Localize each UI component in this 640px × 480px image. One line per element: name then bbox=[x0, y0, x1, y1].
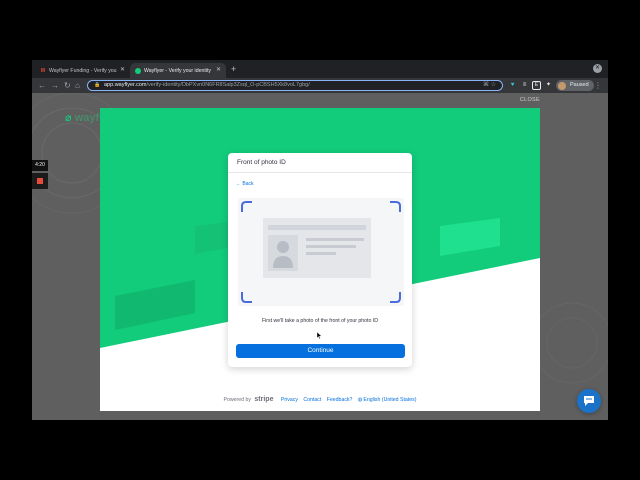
chat-bubble-icon bbox=[584, 396, 594, 406]
window-close-icon[interactable]: ✕ bbox=[593, 64, 602, 73]
tab-wayflyer-funding[interactable]: M Wayflyer Funding - Verify you ✕ bbox=[35, 63, 130, 78]
language-selector[interactable]: English (United States) bbox=[363, 397, 416, 403]
url-host: app.wayflyer.com bbox=[104, 82, 147, 88]
close-tab-icon[interactable]: ✕ bbox=[216, 66, 221, 73]
instruction-text: First we'll take a photo of the front of… bbox=[261, 318, 379, 324]
forward-arrow-icon[interactable]: → bbox=[51, 80, 59, 91]
stripe-logo[interactable]: stripe bbox=[254, 396, 273, 403]
back-arrow-icon[interactable]: ← bbox=[38, 80, 46, 91]
new-tab-button[interactable]: + bbox=[231, 63, 236, 75]
recorder-timer: 4:20 bbox=[32, 160, 48, 171]
browser-toolbar: ← → ↻ ⌂ 🔒 app.wayflyer.com/verify-identi… bbox=[32, 78, 608, 93]
stop-recording-button[interactable] bbox=[32, 173, 48, 189]
wayflyer-icon bbox=[135, 67, 141, 74]
globe-icon: ◍ bbox=[357, 397, 363, 403]
close-button[interactable]: CLOSE bbox=[520, 97, 540, 103]
powered-by-label: Powered by bbox=[223, 397, 251, 403]
bookmark-star-icon[interactable]: ⌘ ☆ bbox=[483, 81, 496, 90]
identity-verification-modal: Front of photo ID ← Back First we'll tak… bbox=[100, 108, 540, 411]
extension-icon[interactable]: ≡ bbox=[520, 81, 529, 90]
address-bar[interactable]: 🔒 app.wayflyer.com/verify-identity/DbPXv… bbox=[87, 80, 503, 91]
url-path: /verify-identity/DbPXvn0N6FR8Salp3Zsql_O… bbox=[146, 82, 310, 88]
tab-label: Wayflyer Funding - Verify you bbox=[49, 67, 117, 74]
extension-icon[interactable]: ♥ bbox=[508, 81, 517, 90]
continue-button[interactable]: Continue bbox=[236, 344, 405, 358]
divider bbox=[228, 172, 412, 173]
card-title: Front of photo ID bbox=[237, 159, 286, 166]
photo-id-illustration bbox=[238, 198, 404, 306]
id-card-frame bbox=[241, 201, 401, 303]
browser-tab-strip: M Wayflyer Funding - Verify you ✕ Wayfly… bbox=[32, 60, 608, 78]
lock-icon: 🔒 bbox=[94, 82, 101, 88]
gmail-icon: M bbox=[40, 67, 46, 74]
profile-paused-button[interactable]: Paused bbox=[556, 80, 594, 91]
verification-card: Front of photo ID ← Back First we'll tak… bbox=[228, 153, 412, 367]
screen-frame: M Wayflyer Funding - Verify you ✕ Wayfly… bbox=[32, 60, 608, 420]
tab-label: Wayflyer - Verify your identity bbox=[144, 67, 211, 74]
reload-icon[interactable]: ↻ bbox=[64, 80, 71, 91]
extension-icon[interactable]: E bbox=[532, 81, 541, 90]
stripe-footer: Powered by stripe Privacy Contact Feedba… bbox=[100, 396, 540, 403]
close-tab-icon[interactable]: ✕ bbox=[120, 66, 125, 73]
wayflyer-logo-icon: ⌀ bbox=[65, 112, 72, 124]
stop-icon bbox=[37, 178, 43, 184]
tab-verify-identity[interactable]: Wayflyer - Verify your identity ✕ bbox=[130, 63, 226, 78]
puzzle-icon[interactable]: ✦ bbox=[544, 81, 553, 90]
mouse-cursor-icon bbox=[317, 332, 322, 339]
back-link[interactable]: ← Back bbox=[236, 181, 254, 187]
profile-status: Paused bbox=[570, 82, 589, 88]
page-viewport: ⌀ wayfl CLOSE 4:20 Front of photo ID ← B… bbox=[32, 93, 608, 420]
home-icon[interactable]: ⌂ bbox=[75, 80, 80, 91]
avatar bbox=[558, 81, 566, 90]
contact-link[interactable]: Contact bbox=[303, 397, 321, 403]
feedback-link[interactable]: Feedback? bbox=[327, 397, 353, 403]
more-menu-icon[interactable]: ⋮ bbox=[594, 80, 602, 91]
chat-launcher-button[interactable] bbox=[577, 389, 601, 413]
logo-text: wayfl bbox=[74, 112, 103, 124]
privacy-link[interactable]: Privacy bbox=[281, 397, 298, 403]
wayflyer-logo: ⌀ wayfl bbox=[65, 111, 102, 124]
